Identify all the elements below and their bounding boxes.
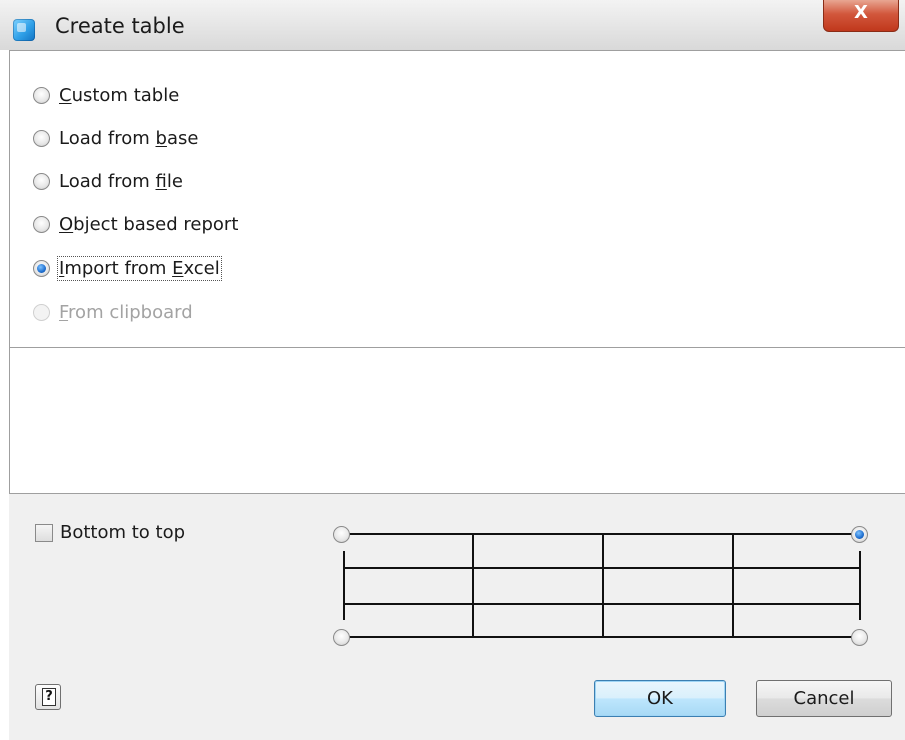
cancel-button[interactable]: Cancel — [756, 680, 892, 717]
corner-radio-top-right[interactable] — [851, 526, 868, 543]
title-bar[interactable]: Create table X — [0, 0, 905, 50]
radio-load-from-file[interactable]: Load from file — [33, 171, 183, 192]
radio-label-load-from-base: Load from base — [59, 128, 199, 149]
radio-button[interactable] — [33, 130, 50, 147]
bottom-to-top-label: Bottom to top — [60, 522, 186, 543]
radio-load-from-base[interactable]: Load from base — [33, 128, 198, 149]
ok-button[interactable]: OK — [594, 680, 726, 717]
bottom-to-top-checkbox[interactable] — [35, 523, 53, 542]
close-icon: X — [854, 2, 868, 23]
close-button[interactable]: X — [823, 0, 899, 32]
app-icon — [13, 19, 35, 41]
radio-button-disabled — [33, 304, 50, 321]
dialog-title: Create table — [55, 14, 185, 38]
radio-from-clipboard: From clipboard — [33, 302, 193, 323]
radio-object-based-report[interactable]: Object based report — [33, 214, 238, 235]
radio-button[interactable] — [33, 173, 50, 190]
corner-radio-top-left[interactable] — [333, 526, 350, 543]
table-direction-preview — [343, 533, 861, 638]
top-frame-border — [9, 50, 905, 51]
help-button[interactable]: ? — [35, 684, 61, 710]
radio-custom-table[interactable]: Custom table — [33, 85, 179, 106]
radio-label-object-based-report: Object based report — [59, 214, 239, 235]
radio-label-load-from-file: Load from file — [59, 171, 183, 192]
options-separator — [9, 347, 905, 348]
corner-radio-bottom-right[interactable] — [851, 629, 868, 646]
help-icon: ? — [42, 688, 56, 706]
panel-separator — [9, 493, 905, 494]
radio-label-import-from-excel: Import from Excel — [57, 256, 222, 281]
radio-button-selected[interactable] — [33, 260, 50, 277]
radio-import-from-excel[interactable]: Import from Excel — [33, 256, 222, 281]
radio-button[interactable] — [33, 87, 50, 104]
corner-radio-bottom-left[interactable] — [333, 629, 350, 646]
radio-button[interactable] — [33, 216, 50, 233]
radio-label-from-clipboard: From clipboard — [59, 302, 193, 323]
radio-label-custom-table: Custom table — [59, 85, 180, 106]
create-table-dialog: Create table X Custom table Load from ba… — [0, 0, 905, 740]
bottom-to-top-option[interactable]: Bottom to top — [35, 522, 185, 543]
